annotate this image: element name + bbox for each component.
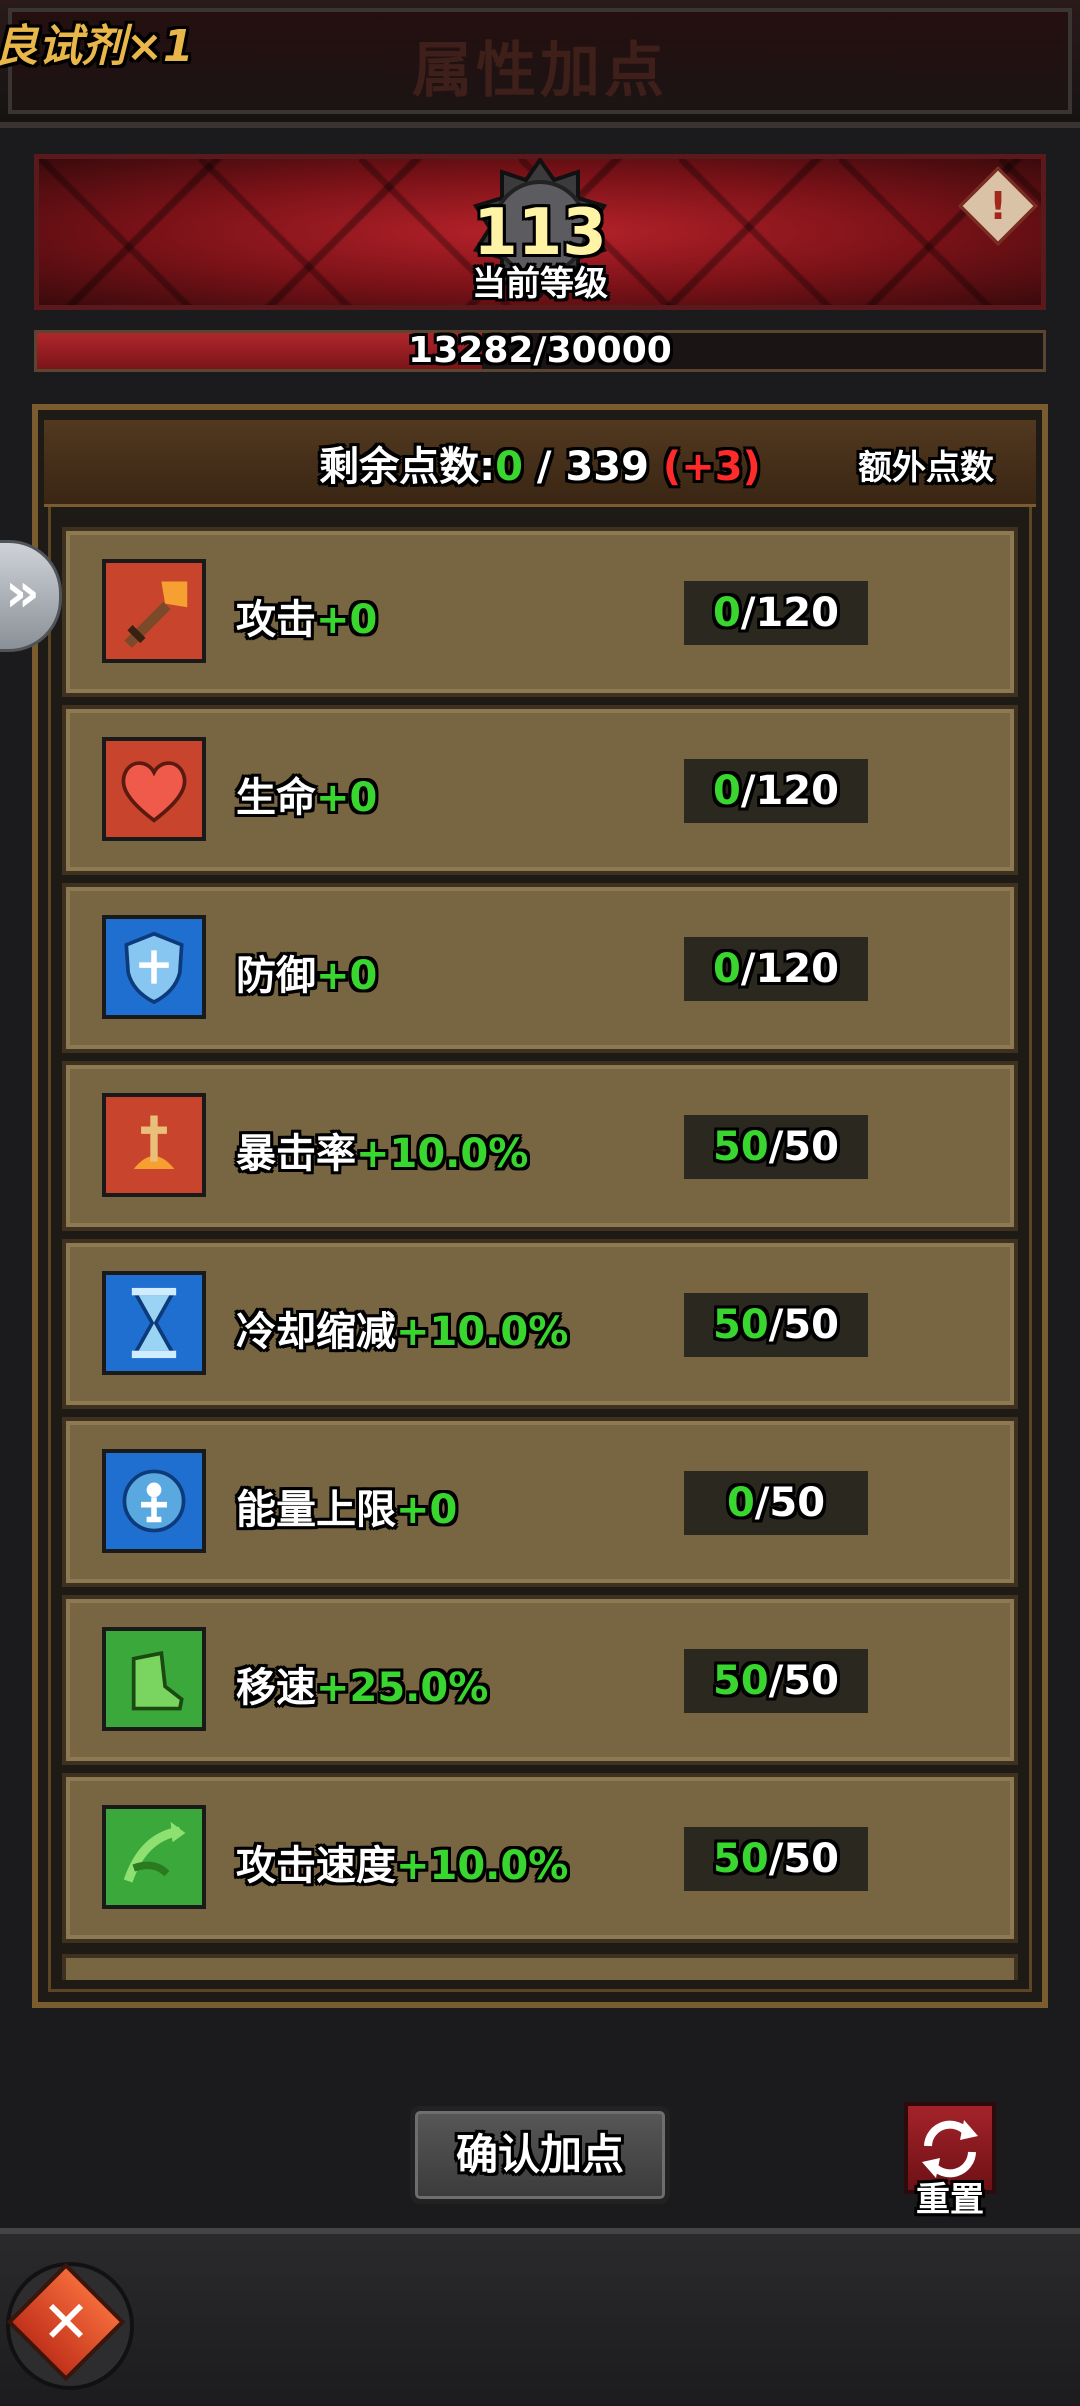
shield-icon [102,915,206,1019]
close-symbol: ✕ [41,2288,91,2356]
exp-progress-text: 13282/30000 [408,330,672,371]
attribute-label: 攻击速度+10.0% [236,1833,568,1891]
sword-icon [102,559,206,663]
attribute-name: 攻击速度 [236,1843,396,1889]
attribute-points-current: 50 [713,1836,769,1882]
attribute-points-counter: 0/50 [684,1471,868,1535]
attribute-points-current: 0 [726,1480,755,1526]
attack-speed-icon [102,1805,206,1909]
attribute-points-counter: 50/50 [684,1293,868,1357]
attribute-bonus: +0 [396,1487,458,1533]
attribute-bonus: +10.0% [396,1843,569,1889]
attribute-points-max: /120 [740,768,839,814]
attribute-name: 冷却缩减 [236,1309,396,1355]
bottom-bar [0,2228,1080,2406]
attribute-label: 防御+0 [236,943,377,1001]
page-title: 属性加点 [412,36,668,106]
attribute-points-current: 50 [713,1302,769,1348]
reset-label: 重置 [916,2180,984,2220]
remaining-points-total: 339 [565,444,649,490]
attribute-row[interactable]: 暴击率+10.0% 50/50 [62,1061,1018,1231]
hourglass-icon [102,1271,206,1375]
heart-icon [102,737,206,841]
attribute-label: 暴击率+10.0% [236,1121,528,1179]
exp-progress-bar: 13282/30000 [34,330,1046,372]
attribute-points-current: 50 [713,1124,769,1170]
attribute-points-current: 0 [713,768,741,814]
attribute-name: 暴击率 [236,1131,356,1177]
attribute-row[interactable]: 冷却缩减+10.0% 50/50 [62,1239,1018,1409]
attribute-name: 防御 [236,953,316,999]
attribute-name: 移速 [236,1665,316,1711]
attribute-row[interactable]: 能量上限+0 0/50 [62,1417,1018,1587]
close-icon: ✕ [6,2262,126,2382]
remaining-points-bonus: (+3) [662,444,761,490]
remaining-points-label: 剩余点数: [319,444,496,490]
attribute-points-counter: 50/50 [684,1115,868,1179]
attribute-row[interactable]: 攻击速度+10.0% 50/50 [62,1773,1018,1943]
attribute-bonus: +0 [316,775,378,821]
attribute-bonus: +0 [316,953,378,999]
extra-points-button[interactable]: 额外点数 [858,440,994,489]
attribute-label: 攻击+0 [236,587,377,645]
attribute-points-current: 0 [713,946,741,992]
attribute-points-current: 0 [713,590,741,636]
attribute-bonus: +10.0% [356,1131,529,1177]
expand-arrow-icon: » [5,561,40,624]
confirm-points-button[interactable]: 确认加点 [410,2106,670,2204]
attribute-bonus: +25.0% [316,1665,489,1711]
attribute-row-partial [62,1954,1018,1980]
crit-icon [102,1093,206,1197]
attribute-points-max: /120 [740,590,839,636]
energy-icon [102,1449,206,1553]
attribute-points-counter: 0/120 [684,937,868,1001]
attribute-points-counter: 0/120 [684,759,868,823]
alert-symbol: ! [989,184,1007,228]
attribute-bonus: +10.0% [396,1309,569,1355]
attribute-name: 生命 [236,775,316,821]
attribute-label: 能量上限+0 [236,1477,457,1535]
attribute-row[interactable]: 攻击+0 0/120 [62,527,1018,697]
remaining-points-separator: / [523,444,566,490]
attribute-points-max: /50 [768,1302,839,1348]
level-label: 当前等级 [472,264,608,304]
attribute-points-max: /50 [768,1836,839,1882]
attribute-label: 冷却缩减+10.0% [236,1299,568,1357]
attribute-points-current: 50 [713,1658,769,1704]
attribute-points-max: /50 [768,1658,839,1704]
attribute-points-max: /50 [768,1124,839,1170]
attribute-label: 生命+0 [236,765,377,823]
attribute-points-max: /120 [740,946,839,992]
attribute-name: 能量上限 [236,1487,396,1533]
attribute-points-max: /50 [754,1480,826,1526]
attribute-row[interactable]: 防御+0 0/120 [62,883,1018,1053]
boot-icon [102,1627,206,1731]
attribute-bonus: +0 [316,597,378,643]
attribute-row[interactable]: 生命+0 0/120 [62,705,1018,875]
remaining-points-available: 0 [495,444,523,490]
attribute-name: 攻击 [236,597,316,643]
attribute-label: 移速+25.0% [236,1655,488,1713]
attribute-points-counter: 50/50 [684,1827,868,1891]
attribute-row[interactable]: 移速+25.0% 50/50 [62,1595,1018,1765]
attribute-points-counter: 50/50 [684,1649,868,1713]
close-button[interactable]: ✕ [6,2262,134,2390]
attribute-points-counter: 0/120 [684,581,868,645]
